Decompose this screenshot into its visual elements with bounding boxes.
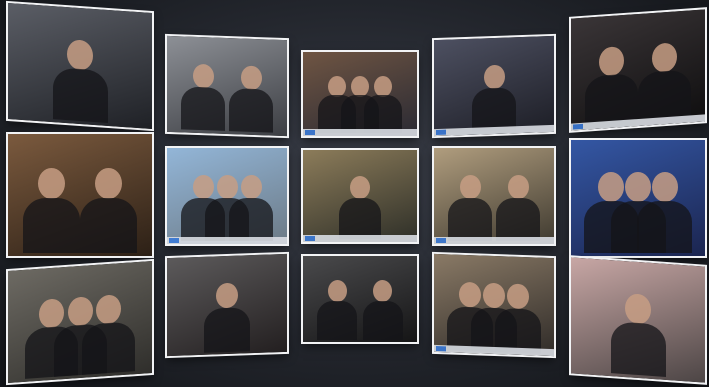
video-tile[interactable]: [434, 148, 554, 244]
wall-column-5: [562, 0, 709, 387]
video-tile[interactable]: [8, 2, 152, 130]
video-thumbnail: [571, 9, 705, 131]
video-thumbnail: [8, 260, 152, 384]
player-controls-bar[interactable]: [303, 235, 417, 242]
video-tile[interactable]: [303, 256, 417, 342]
video-wall: [0, 0, 709, 387]
video-thumbnail: [434, 253, 554, 357]
video-tile[interactable]: [167, 148, 287, 244]
video-thumbnail: [434, 35, 554, 137]
wall-column-4: [425, 0, 562, 387]
video-thumbnail: [571, 140, 705, 256]
video-thumbnail: [167, 35, 287, 137]
video-tile[interactable]: [167, 253, 287, 357]
video-thumbnail: [303, 150, 417, 242]
wall-column-1: [0, 0, 160, 387]
video-tile[interactable]: [303, 150, 417, 242]
wall-column-3: [295, 0, 425, 387]
wall-column-2: [160, 0, 295, 387]
video-thumbnail: [434, 148, 554, 244]
video-tile[interactable]: [8, 260, 152, 384]
video-tile[interactable]: [571, 257, 705, 383]
video-tile[interactable]: [434, 253, 554, 357]
video-thumbnail: [167, 148, 287, 244]
video-tile[interactable]: [571, 9, 705, 131]
video-tile[interactable]: [571, 140, 705, 256]
video-thumbnail: [571, 257, 705, 383]
player-controls-bar[interactable]: [167, 237, 287, 244]
video-tile[interactable]: [8, 134, 152, 256]
video-tile[interactable]: [167, 35, 287, 137]
video-thumbnail: [167, 253, 287, 357]
player-controls-bar[interactable]: [434, 237, 554, 244]
video-tile[interactable]: [434, 35, 554, 137]
video-tile[interactable]: [303, 52, 417, 136]
video-thumbnail: [303, 256, 417, 342]
video-thumbnail: [303, 52, 417, 136]
video-thumbnail: [8, 134, 152, 256]
player-controls-bar[interactable]: [303, 129, 417, 136]
video-thumbnail: [8, 2, 152, 130]
